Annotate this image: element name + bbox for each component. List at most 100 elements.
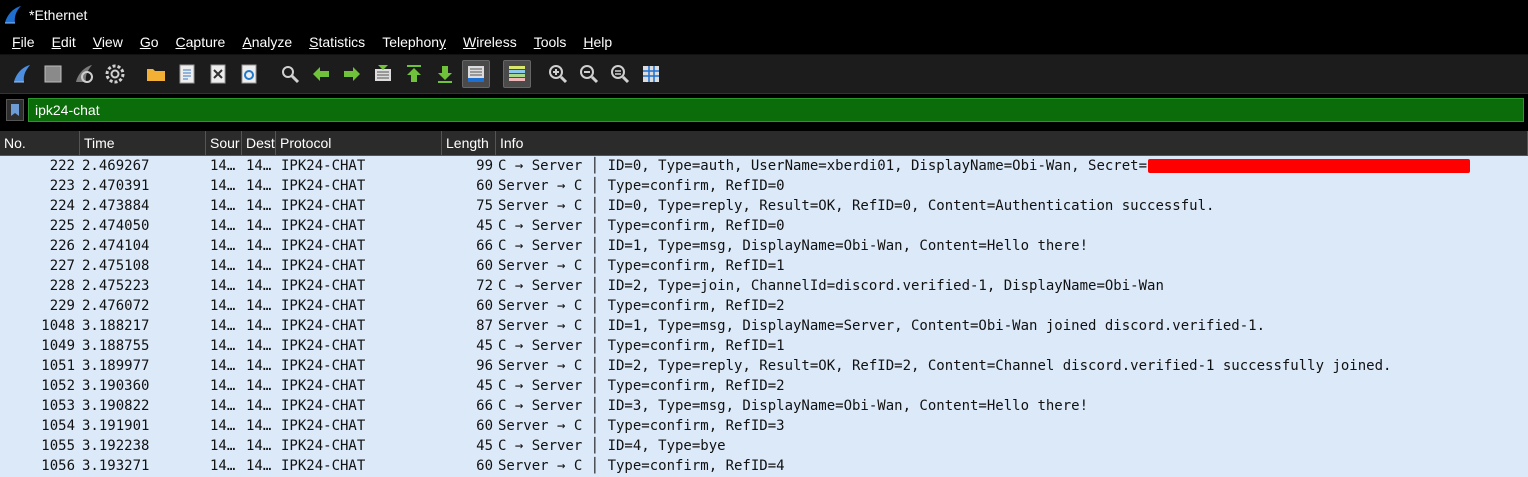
menu-file[interactable]: File bbox=[12, 34, 35, 50]
packet-list-body: 222 2.469267 14… 14… IPK24-CHAT 99 C → Server … bbox=[0, 156, 1528, 476]
cell-destination: 14… bbox=[246, 298, 272, 314]
cell-protocol: IPK24-CHAT bbox=[281, 438, 366, 454]
packet-row[interactable]: 1048 3.188217 14… 14… IPK24-CHAT 87 Server → C… bbox=[0, 316, 1528, 336]
last-packet-button[interactable] bbox=[431, 60, 459, 88]
menu-statistics[interactable]: Statistics bbox=[309, 34, 365, 50]
go-forward-button[interactable] bbox=[338, 60, 366, 88]
menu-help[interactable]: Help bbox=[583, 34, 612, 50]
cell-no: 222 bbox=[49, 158, 75, 174]
cell-source: 14… bbox=[210, 198, 236, 214]
cell-length: 87 bbox=[476, 318, 493, 334]
cell-info: Server → C │ Type=confirm, RefID=2 bbox=[496, 296, 1528, 316]
resize-columns-icon bbox=[643, 66, 659, 82]
menu-analyze[interactable]: Analyze bbox=[242, 34, 292, 50]
packet-row[interactable]: 1055 3.192238 14… 14… IPK24-CHAT 45 C → Server… bbox=[0, 436, 1528, 456]
column-header-time[interactable]: Time bbox=[80, 131, 206, 156]
reload-file-button[interactable] bbox=[235, 60, 263, 88]
info-text: Server → C │ Type=confirm, RefID=3 bbox=[498, 418, 785, 434]
packet-row[interactable]: 229 2.476072 14… 14… IPK24-CHAT 60 Server → C … bbox=[0, 296, 1528, 316]
normal-size-button[interactable] bbox=[606, 60, 634, 88]
cell-source: 14… bbox=[210, 158, 236, 174]
info-text: C → Server │ Type=confirm, RefID=1 bbox=[498, 338, 785, 354]
zoom-out-button[interactable] bbox=[575, 60, 603, 88]
cell-destination: 14… bbox=[246, 198, 272, 214]
packet-row[interactable]: 1049 3.188755 14… 14… IPK24-CHAT 45 C → Server… bbox=[0, 336, 1528, 356]
capture-options-button[interactable] bbox=[101, 60, 129, 88]
packet-row[interactable]: 225 2.474050 14… 14… IPK24-CHAT 45 C → Server … bbox=[0, 216, 1528, 236]
restart-capture-button[interactable] bbox=[70, 60, 98, 88]
filter-bookmark-button[interactable] bbox=[6, 99, 24, 121]
column-header-destination[interactable]: Dest bbox=[242, 131, 276, 156]
cell-time: 3.190360 bbox=[82, 378, 150, 394]
menu-edit[interactable]: Edit bbox=[52, 34, 76, 50]
menu-view[interactable]: View bbox=[93, 34, 123, 50]
menu-capture[interactable]: Capture bbox=[176, 34, 226, 50]
cell-info: Server → C │ Type=confirm, RefID=1 bbox=[496, 256, 1528, 276]
go-to-packet-button[interactable] bbox=[369, 60, 397, 88]
save-file-button[interactable] bbox=[173, 60, 201, 88]
zoom-in-icon bbox=[549, 65, 568, 84]
cell-no: 1048 bbox=[41, 318, 75, 334]
menu-go[interactable]: Go bbox=[140, 34, 159, 50]
info-text: Server → C │ ID=1, Type=msg, DisplayName… bbox=[498, 318, 1266, 334]
packet-row[interactable]: 223 2.470391 14… 14… IPK24-CHAT 60 Server → C … bbox=[0, 176, 1528, 196]
menu-wireless[interactable]: Wireless bbox=[463, 34, 517, 50]
cell-protocol: IPK24-CHAT bbox=[281, 278, 366, 294]
packet-row[interactable]: 1053 3.190822 14… 14… IPK24-CHAT 66 C → Server… bbox=[0, 396, 1528, 416]
cell-time: 2.474050 bbox=[82, 218, 150, 234]
open-folder-icon bbox=[147, 69, 165, 81]
column-header-length[interactable]: Length bbox=[442, 131, 496, 156]
packet-row[interactable]: 222 2.469267 14… 14… IPK24-CHAT 99 C → Server … bbox=[0, 156, 1528, 176]
packet-row[interactable]: 228 2.475223 14… 14… IPK24-CHAT 72 C → Server … bbox=[0, 276, 1528, 296]
find-packet-button[interactable] bbox=[276, 60, 304, 88]
autoscroll-button[interactable] bbox=[462, 60, 490, 88]
stop-capture-button[interactable] bbox=[39, 60, 67, 88]
file-icon bbox=[179, 64, 195, 84]
cell-info: C → Server │ ID=3, Type=msg, DisplayName… bbox=[496, 396, 1528, 416]
cell-destination: 14… bbox=[246, 218, 272, 234]
go-back-button[interactable] bbox=[307, 60, 335, 88]
cell-no: 1053 bbox=[41, 398, 75, 414]
packet-row[interactable]: 224 2.473884 14… 14… IPK24-CHAT 75 Server → C … bbox=[0, 196, 1528, 216]
packet-row[interactable]: 226 2.474104 14… 14… IPK24-CHAT 66 C → Server … bbox=[0, 236, 1528, 256]
packet-row[interactable]: 1052 3.190360 14… 14… IPK24-CHAT 45 C → Server… bbox=[0, 376, 1528, 396]
cell-length: 66 bbox=[476, 238, 493, 254]
options-gear-icon bbox=[105, 64, 125, 84]
colorize-button[interactable] bbox=[503, 60, 531, 88]
info-text: C → Server │ Type=confirm, RefID=0 bbox=[498, 218, 785, 234]
packet-row[interactable]: 1056 3.193271 14… 14… IPK24-CHAT 60 Server → C… bbox=[0, 456, 1528, 476]
first-packet-button[interactable] bbox=[400, 60, 428, 88]
zoom-in-button[interactable] bbox=[544, 60, 572, 88]
cell-protocol: IPK24-CHAT bbox=[281, 298, 366, 314]
info-text: C → Server │ ID=3, Type=msg, DisplayName… bbox=[498, 398, 1089, 414]
cell-source: 14… bbox=[210, 438, 236, 454]
packet-list-header: No. Time Sour Dest Protocol Length Info bbox=[0, 131, 1528, 156]
cell-destination: 14… bbox=[246, 258, 272, 274]
column-header-source[interactable]: Sour bbox=[206, 131, 242, 156]
cell-length: 66 bbox=[476, 398, 493, 414]
cell-length: 99 bbox=[476, 158, 493, 174]
packet-row[interactable]: 1051 3.189977 14… 14… IPK24-CHAT 96 Server → C… bbox=[0, 356, 1528, 376]
display-filter-input[interactable]: ipk24-chat bbox=[28, 98, 1524, 122]
open-file-button[interactable] bbox=[142, 60, 170, 88]
menu-telephony[interactable]: Telephony bbox=[382, 34, 446, 50]
resize-columns-button[interactable] bbox=[637, 60, 665, 88]
column-header-protocol[interactable]: Protocol bbox=[276, 131, 442, 156]
cell-destination: 14… bbox=[246, 178, 272, 194]
cell-time: 3.188217 bbox=[82, 318, 150, 334]
cell-length: 60 bbox=[476, 418, 493, 434]
column-header-info[interactable]: Info bbox=[496, 131, 1528, 156]
cell-no: 225 bbox=[49, 218, 75, 234]
stop-icon bbox=[44, 65, 62, 83]
display-filter-bar: ipk24-chat bbox=[0, 94, 1528, 126]
start-capture-button[interactable] bbox=[8, 60, 36, 88]
menu-tools[interactable]: Tools bbox=[534, 34, 567, 50]
cell-source: 14… bbox=[210, 238, 236, 254]
packet-row[interactable]: 227 2.475108 14… 14… IPK24-CHAT 60 Server → C … bbox=[0, 256, 1528, 276]
last-packet-icon bbox=[438, 66, 452, 83]
packet-row[interactable]: 1054 3.191901 14… 14… IPK24-CHAT 60 Server → C… bbox=[0, 416, 1528, 436]
cell-destination: 14… bbox=[246, 238, 272, 254]
cell-length: 60 bbox=[476, 178, 493, 194]
close-file-button[interactable] bbox=[204, 60, 232, 88]
column-header-no[interactable]: No. bbox=[0, 131, 80, 156]
